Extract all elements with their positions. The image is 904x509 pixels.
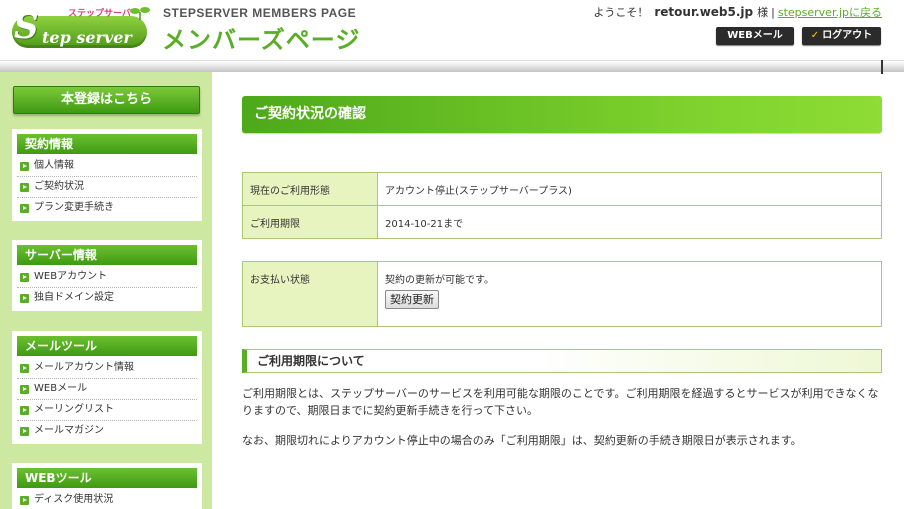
- members-page-title: メンバーズページ: [162, 26, 361, 54]
- table-label-cell: 現在のご利用形態: [242, 172, 378, 206]
- username: retour.web5.jp: [654, 5, 754, 19]
- sidebar-item-label: ディスク使用状況: [34, 494, 114, 505]
- table-value-cell: アカウント停止(ステップサーバープラス): [377, 172, 882, 206]
- renew-contract-button[interactable]: 契約更新: [385, 290, 439, 309]
- header-divider-bar: [0, 60, 904, 72]
- sidebar-section-web-tools: WEBツール ディスク使用状況: [12, 463, 202, 509]
- table-value-cell: 2014-10-21まで: [377, 205, 882, 239]
- arrow-right-icon: [20, 364, 29, 373]
- sidebar-item-label: WEBメール: [34, 383, 88, 394]
- sidebar-item-disk-usage[interactable]: ディスク使用状況: [17, 490, 197, 509]
- header-bar-marker: [881, 60, 883, 74]
- webmail-button[interactable]: WEBメール: [716, 27, 794, 45]
- sidebar-item-label: メールマガジン: [34, 425, 104, 436]
- sidebar-section-title: サーバー情報: [17, 245, 197, 265]
- sidebar-section-server: サーバー情報 WEBアカウント 独自ドメイン設定: [12, 240, 202, 311]
- sidebar-item-label: 個人情報: [34, 160, 74, 171]
- expiry-description: ご利用期限とは、ステップサーバーのサービスを利用可能な期限のことです。ご利用期限…: [242, 387, 879, 417]
- expiry-note: なお、期限切れによりアカウント停止中の場合のみ「ご利用期限」は、契約更新の手続き…: [242, 434, 802, 447]
- page-header: S tep server ステップサーバー STEPSERVER MEMBERS…: [0, 0, 904, 58]
- table-label-cell: お支払い状態: [242, 261, 378, 327]
- arrow-right-icon: [20, 496, 29, 505]
- arrow-right-icon: [20, 427, 29, 436]
- leaf-icon: [130, 7, 150, 20]
- sidebar-item-label: プラン変更手続き: [34, 202, 114, 213]
- arrow-right-icon: [20, 385, 29, 394]
- sidebar-item-label: WEBアカウント: [34, 271, 108, 282]
- sidebar-section-title: 契約情報: [17, 134, 197, 154]
- sidebar-item-label: ご契約状況: [34, 181, 84, 192]
- payment-status-table: お支払い状態 契約の更新が可能です。 契約更新: [242, 261, 882, 327]
- sidebar-item-label: メールアカウント情報: [34, 362, 134, 373]
- arrow-right-icon: [20, 294, 29, 303]
- welcome-label: ようこそ！: [593, 6, 649, 19]
- sidebar-item-plan-change[interactable]: プラン変更手続き: [17, 198, 197, 219]
- sidebar-section-title: メールツール: [17, 336, 197, 356]
- sidebar-item-label: メーリングリスト: [34, 404, 114, 415]
- section-heading: ご利用期限について: [242, 349, 882, 373]
- sidebar-item-domain-settings[interactable]: 独自ドメイン設定: [17, 288, 197, 309]
- sidebar: 本登録はこちら 契約情報 個人情報 ご契約状況 プラン変更手続き サーバー情報 …: [0, 72, 212, 509]
- stepserver-logo[interactable]: S tep server ステップサーバー: [12, 6, 152, 50]
- back-to-stepserver-link[interactable]: stepserver.jpに戻る: [778, 6, 882, 19]
- sidebar-section-title: WEBツール: [17, 468, 197, 488]
- logo-letter: S: [14, 7, 39, 47]
- check-icon: ✓: [810, 30, 820, 41]
- arrow-right-icon: [20, 273, 29, 282]
- table-row: ご利用期限 2014-10-21まで: [242, 205, 882, 239]
- arrow-right-icon: [20, 183, 29, 192]
- sidebar-item-web-account[interactable]: WEBアカウント: [17, 267, 197, 288]
- sidebar-section-contract: 契約情報 個人情報 ご契約状況 プラン変更手続き: [12, 129, 202, 221]
- sidebar-item-mailing-list[interactable]: メーリングリスト: [17, 400, 197, 421]
- sidebar-item-personal-info[interactable]: 個人情報: [17, 156, 197, 177]
- sidebar-item-mail-account[interactable]: メールアカウント情報: [17, 358, 197, 379]
- honorific: 様: [757, 6, 769, 19]
- arrow-right-icon: [20, 406, 29, 415]
- logout-label: ログアウト: [822, 30, 873, 41]
- register-button[interactable]: 本登録はこちら: [13, 86, 200, 114]
- logo-word: tep server: [42, 28, 132, 47]
- sidebar-item-webmail[interactable]: WEBメール: [17, 379, 197, 400]
- table-row: 現在のご利用形態 アカウント停止(ステップサーバープラス): [242, 172, 882, 206]
- table-value-cell: 契約の更新が可能です。 契約更新: [377, 261, 882, 327]
- sidebar-item-contract-status[interactable]: ご契約状況: [17, 177, 197, 198]
- members-page-label-en: STEPSERVER MEMBERS PAGE: [163, 6, 357, 20]
- arrow-right-icon: [20, 204, 29, 213]
- arrow-right-icon: [20, 162, 29, 171]
- logout-button[interactable]: ✓ ログアウト: [802, 27, 881, 45]
- table-label-cell: ご利用期限: [242, 205, 378, 239]
- sidebar-item-mail-magazine[interactable]: メールマガジン: [17, 421, 197, 442]
- separator: |: [771, 6, 775, 19]
- sidebar-item-label: 独自ドメイン設定: [34, 292, 114, 303]
- sidebar-section-mail-tools: メールツール メールアカウント情報 WEBメール メーリングリスト メールマガジ…: [12, 331, 202, 444]
- contract-status-table: 現在のご利用形態 アカウント停止(ステップサーバープラス) ご利用期限 2014…: [242, 172, 882, 239]
- page-title: ご契約状況の確認: [242, 96, 882, 133]
- payment-status-text: 契約の更新が可能です。: [385, 275, 494, 286]
- welcome-line: ようこそ！ retour.web5.jp 様 | stepserver.jpに戻る: [593, 4, 882, 20]
- table-row: お支払い状態 契約の更新が可能です。 契約更新: [242, 261, 882, 327]
